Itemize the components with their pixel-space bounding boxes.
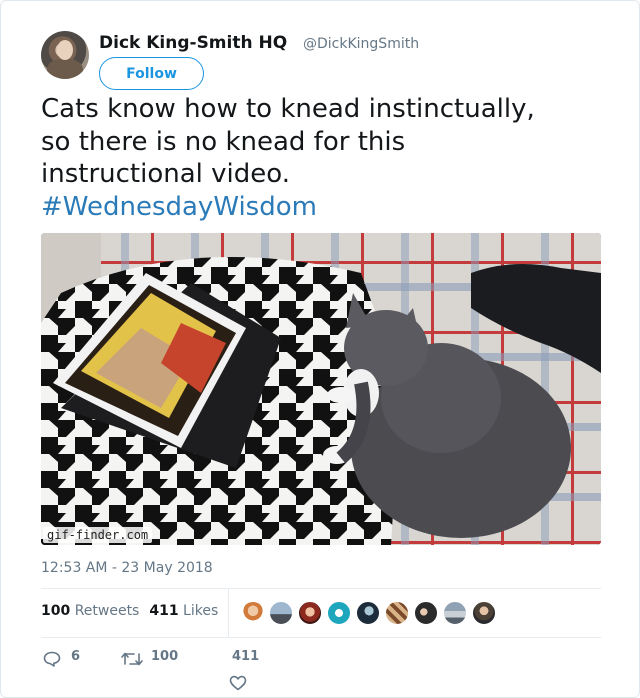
avatar[interactable] [41,31,89,79]
liker-avatar[interactable] [356,601,380,625]
tweet-card: Dick King-Smith HQ @DickKingSmith Follow… [0,0,640,698]
divider [41,637,601,638]
retweet-arrows-icon[interactable] [121,651,143,671]
likes-count: 411 [149,603,179,619]
tweet-timestamp[interactable]: 12:53 AM - 23 May 2018 [41,560,213,576]
engagement-stats: 100 Retweets 411 Likes [41,603,218,623]
stats-separator [228,589,229,637]
retweets-stat[interactable]: 100 Retweets [41,603,139,619]
retweets-count: 100 [41,603,71,619]
tweet-text-line: so there is no knead for this [41,126,406,157]
divider [41,588,601,589]
author-handle[interactable]: @DickKingSmith [303,36,419,52]
speech-bubble-icon[interactable] [43,651,61,671]
heart-icon[interactable] [229,675,247,695]
like-count: 411 [232,649,260,664]
follow-button[interactable]: Follow [99,57,204,90]
cat-kneading-image [41,233,601,545]
likes-stat[interactable]: 411 Likes [149,603,218,619]
tweet-text-line: Cats know how to knead instinctually, [41,94,535,124]
liker-avatar[interactable] [327,601,351,625]
tweet-media-gif[interactable] [41,233,601,545]
author-display-name[interactable]: Dick King-Smith HQ [99,33,287,53]
hashtag-link[interactable]: #WednesdayWisdom [41,191,611,224]
liker-avatar[interactable] [472,601,496,625]
retweets-label: Retweets [74,603,140,619]
liker-avatar[interactable] [385,601,409,625]
tweet-text: Cats know how to knead instinctually, so… [41,93,611,223]
likes-label: Likes [183,603,219,619]
tweet-text-line: instructional video. [41,159,290,189]
liker-avatar[interactable] [414,601,438,625]
gif-watermark: gif-finder.com [43,527,153,543]
reply-count: 6 [71,649,81,664]
liker-avatar[interactable] [298,601,322,625]
liker-avatar[interactable] [269,601,293,625]
liker-avatar[interactable] [241,601,265,625]
liker-avatar[interactable] [443,601,467,625]
retweet-count: 100 [151,649,179,664]
